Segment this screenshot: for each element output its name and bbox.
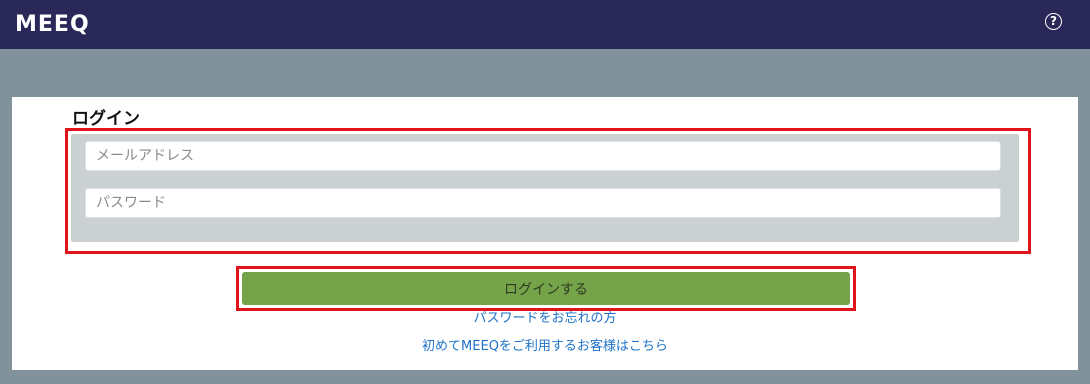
login-panel: ログイン ログインする パスワードをお忘れの方 初めてMEEQをご利用するお客様… — [12, 97, 1078, 370]
login-button-highlight-box: ログインする — [236, 266, 856, 311]
login-button[interactable]: ログインする — [242, 272, 850, 305]
top-header: MEEQ ? — [0, 0, 1090, 49]
password-field[interactable] — [85, 188, 1001, 218]
first-time-user-link[interactable]: 初めてMEEQをご利用するお客様はこちら — [12, 338, 1078, 356]
question-circle-icon[interactable]: ? — [1045, 13, 1062, 30]
email-field[interactable] — [85, 141, 1001, 171]
page-title: ログイン — [72, 109, 140, 129]
forgot-password-link[interactable]: パスワードをお忘れの方 — [12, 310, 1078, 328]
credentials-form — [71, 134, 1019, 242]
credentials-highlight-box — [65, 128, 1031, 254]
meeq-logo[interactable]: MEEQ — [15, 10, 90, 40]
